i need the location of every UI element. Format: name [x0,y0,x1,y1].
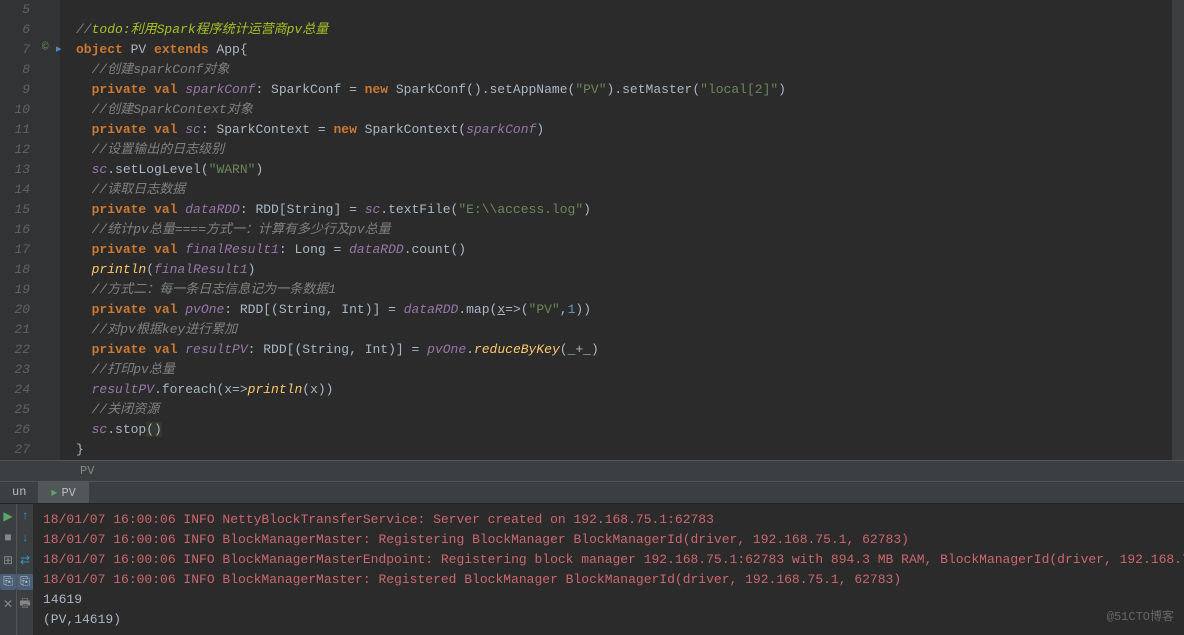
line-gutter: 5 6 7 8 9 10 11 12 13 14 15 16 17 18 19 … [0,0,40,460]
code-line: resultPV.foreach(x=>println(x)) [76,380,1172,400]
print-icon[interactable]: 🖶 [17,596,33,612]
watermark: @51CTO博客 [1107,607,1174,624]
console-area: ▶ ■ ⊞ ⎘ ✕ ↑ ↓ ⇄ ⎘ 🖶 18/01/07 16:00:06 IN… [0,504,1184,635]
tab-run[interactable]: un [0,482,39,503]
code-line: //统计pv总量====方式一：计算有多少行及pv总量 [76,220,1172,240]
line-number: 13 [0,160,30,180]
code-line: private val finalResult1: Long = dataRDD… [76,240,1172,260]
scroll-up-icon[interactable]: ↑ [17,508,33,524]
line-number: 10 [0,100,30,120]
line-number: 18 [0,260,30,280]
line-number: 19 [0,280,30,300]
code-line: //打印pv总量 [76,360,1172,380]
output-line: (PV,14619) [43,610,1184,630]
code-line: //读取日志数据 [76,180,1172,200]
line-number: 22 [0,340,30,360]
code-line: private val sparkConf: SparkConf = new S… [76,80,1172,100]
code-line: //方式二：每一条日志信息记为一条数据1 [76,280,1172,300]
code-line: //创建SparkContext对象 [76,100,1172,120]
stop-icon[interactable]: ■ [0,530,16,546]
rerun-icon[interactable]: ▶ [0,508,16,524]
layout-icon[interactable]: ⊞ [0,552,16,568]
soft-wrap-icon[interactable]: ⇄ [17,552,33,568]
line-number: 23 [0,360,30,380]
close-icon[interactable]: ✕ [0,596,16,612]
gutter-icons: © ▸ [40,0,60,460]
output-line: 14619 [43,590,1184,610]
console-toolbar-left: ▶ ■ ⊞ ⎘ ✕ [0,504,16,635]
line-number: 15 [0,200,30,220]
code-line: object PV extends App{ [76,40,1172,60]
line-number: 24 [0,380,30,400]
scroll-down-icon[interactable]: ↓ [17,530,33,546]
code-line: private val resultPV: RDD[(String, Int)]… [76,340,1172,360]
line-number: 26 [0,420,30,440]
code-line: sc.stop() [76,420,1172,440]
code-line: //关闭资源 [76,400,1172,420]
code-line: //对pv根据key进行累加 [76,320,1172,340]
console-output[interactable]: 18/01/07 16:00:06 INFO NettyBlockTransfe… [33,504,1184,635]
line-number: 11 [0,120,30,140]
console-toolbar-right: ↑ ↓ ⇄ ⎘ 🖶 [16,504,33,635]
line-number: 12 [0,140,30,160]
line-number: 21 [0,320,30,340]
code-editor[interactable]: //todo:利用Spark程序统计运营商pv总量 object PV exte… [60,0,1172,460]
tool-window-tabs: un ▸PV [0,481,1184,504]
line-number: 20 [0,300,30,320]
export-icon[interactable]: ⎘ [17,574,33,590]
code-line: private val sc: SparkContext = new Spark… [76,120,1172,140]
class-icon[interactable]: © [42,42,56,56]
line-number: 17 [0,240,30,260]
line-number: 7 [0,40,30,60]
editor-area: 5 6 7 8 9 10 11 12 13 14 15 16 17 18 19 … [0,0,1184,460]
code-line: private val pvOne: RDD[(String, Int)] = … [76,300,1172,320]
line-number: 6 [0,20,30,40]
run-status-icon: ▸ [51,486,57,500]
line-number: 16 [0,220,30,240]
log-line: 18/01/07 16:00:06 INFO BlockManagerMaste… [43,570,1184,590]
log-line: 18/01/07 16:00:06 INFO BlockManagerMaste… [43,550,1184,570]
code-line: //设置输出的日志级别 [76,140,1172,160]
breadcrumb[interactable]: PV [0,460,1184,481]
line-number: 14 [0,180,30,200]
code-line [76,0,1172,20]
tab-pv[interactable]: ▸PV [39,482,88,503]
code-line: sc.setLogLevel("WARN") [76,160,1172,180]
line-number: 27 [0,440,30,460]
line-number: 5 [0,0,30,20]
code-line: private val dataRDD: RDD[String] = sc.te… [76,200,1172,220]
vertical-scrollbar[interactable] [1172,0,1184,460]
line-number: 8 [0,60,30,80]
code-line: //创建sparkConf对象 [76,60,1172,80]
code-line: //todo:利用Spark程序统计运营商pv总量 [76,20,1172,40]
log-line: 18/01/07 16:00:06 INFO BlockManagerMaste… [43,530,1184,550]
line-number: 25 [0,400,30,420]
pin-icon[interactable]: ⎘ [0,574,16,590]
code-line: println(finalResult1) [76,260,1172,280]
log-line: 18/01/07 16:00:06 INFO NettyBlockTransfe… [43,510,1184,530]
line-number: 9 [0,80,30,100]
run-gutter-icon[interactable]: ▸ [56,42,70,56]
code-line: } [76,440,1172,460]
